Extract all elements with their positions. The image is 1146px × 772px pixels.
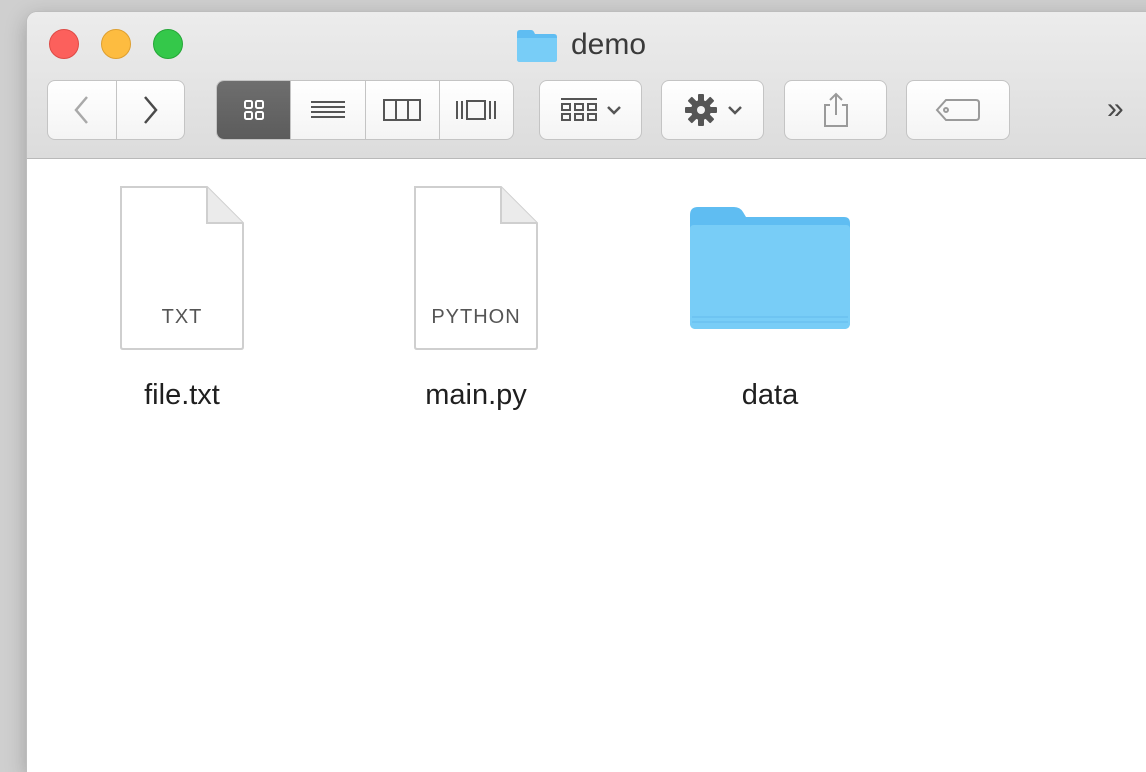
folder-item-data[interactable]: data [670, 183, 870, 412]
icon-view-button[interactable] [217, 81, 292, 139]
chevron-right-icon [144, 96, 158, 124]
chevron-left-icon [74, 96, 88, 124]
folder-name-label: data [741, 379, 799, 411]
window-title-text: demo [571, 28, 647, 61]
list-view-button[interactable] [291, 81, 366, 139]
file-item-file-txt[interactable]: TXT file.txt [82, 183, 282, 412]
column-view-button[interactable] [366, 81, 440, 139]
cover-flow-button[interactable] [440, 81, 513, 139]
tag-icon [935, 99, 980, 121]
tags-button[interactable] [906, 80, 1010, 140]
list-view-icon [310, 101, 345, 118]
minimize-button[interactable] [101, 29, 131, 59]
file-item-main-py[interactable]: PYTHON main.py [376, 183, 576, 412]
chevron-down-icon [606, 106, 621, 115]
close-button[interactable] [49, 29, 79, 59]
arrange-grid-icon [560, 98, 597, 121]
folder-icon [517, 30, 557, 62]
window-title: demo [515, 25, 646, 65]
file-type-badge: TXT [161, 306, 203, 328]
gear-icon [684, 94, 717, 126]
cover-flow-icon [456, 100, 497, 120]
column-view-icon [383, 99, 422, 121]
action-button[interactable] [661, 80, 764, 140]
file-icon-box: TXT [82, 183, 282, 353]
finder-window: demo » TXT file.txt PYTHON main.py data [27, 12, 1146, 772]
file-name-label: file.txt [144, 379, 220, 411]
view-mode-group [216, 80, 514, 140]
navigation-group [47, 80, 185, 140]
share-button[interactable] [784, 80, 887, 140]
icon-view-icon [243, 100, 264, 120]
titlebar: demo » [27, 12, 1146, 159]
file-browser-content: TXT file.txt PYTHON main.py data [27, 159, 1146, 772]
folder-icon-box [670, 183, 870, 353]
file-name-label: main.py [425, 379, 527, 411]
file-type-badge: PYTHON [431, 306, 521, 328]
arrange-button[interactable] [539, 80, 642, 140]
chevron-down-icon [727, 106, 742, 115]
zoom-button[interactable] [153, 29, 183, 59]
toolbar-overflow-button[interactable]: » [1107, 92, 1124, 126]
folder-icon [690, 207, 850, 329]
forward-button[interactable] [117, 81, 185, 139]
share-icon [823, 92, 848, 127]
back-button[interactable] [48, 81, 117, 139]
file-icon-box: PYTHON [376, 183, 576, 353]
